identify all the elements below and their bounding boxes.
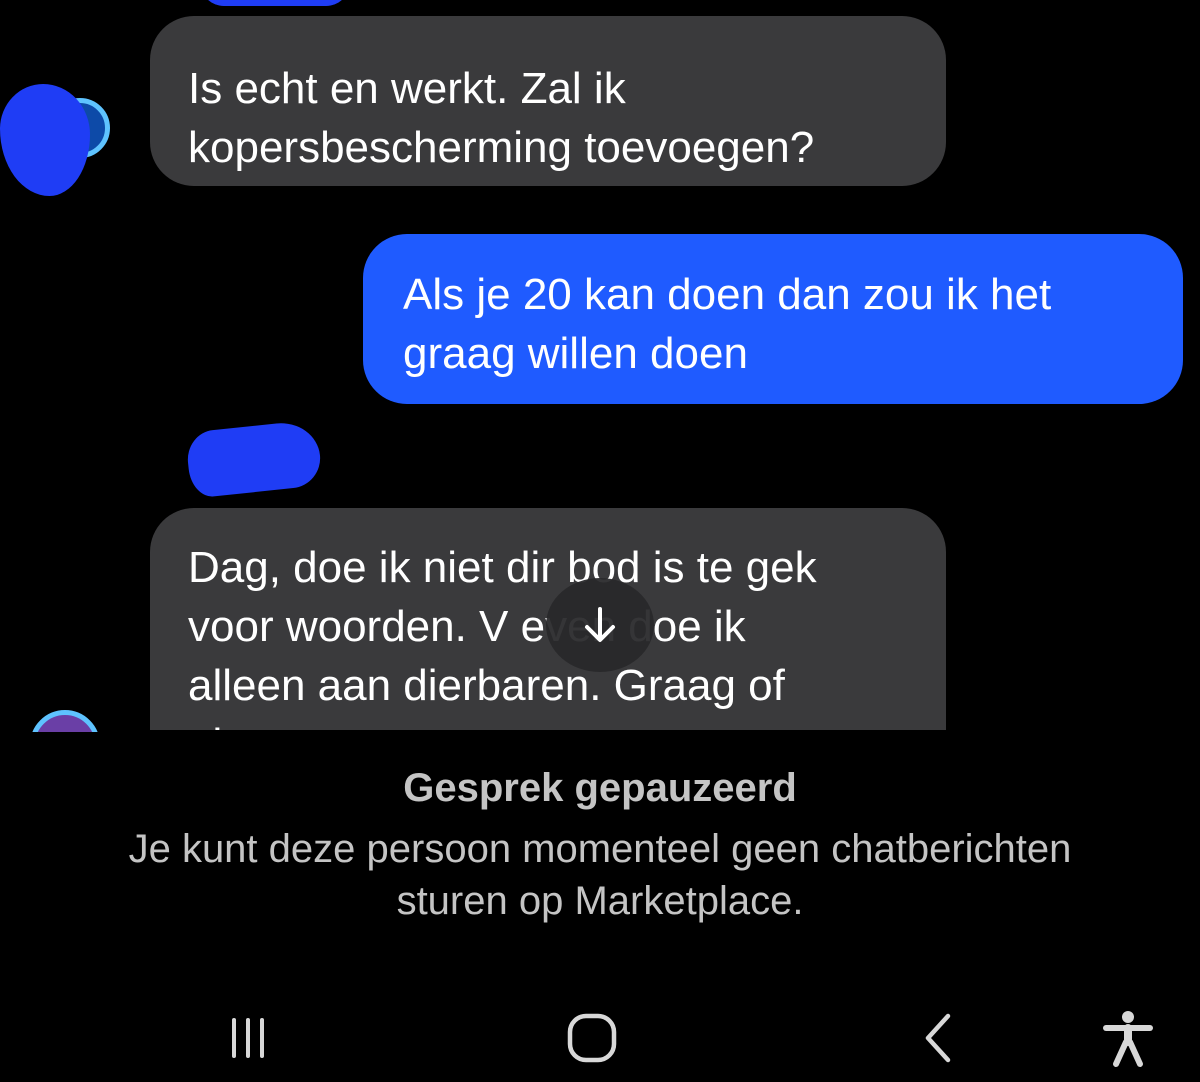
back-button[interactable]: [900, 996, 976, 1080]
paused-notice-title: Gesprek gepauzeerd: [403, 766, 797, 810]
accessibility-button[interactable]: [1088, 996, 1168, 1080]
paused-notice-text: Je kunt deze persoon momenteel geen chat…: [0, 823, 1200, 927]
message-text-line: niet: [188, 715, 946, 730]
redaction-mark-top: [200, 0, 350, 6]
redaction-mark-avatar: [0, 84, 90, 196]
message-bubble-outgoing[interactable]: Als je 20 kan doen dan zou ik het graag …: [363, 234, 1183, 404]
paused-notice-line: Je kunt deze persoon momenteel geen chat…: [128, 827, 1072, 871]
arrow-down-icon: [585, 607, 615, 642]
sender-avatar[interactable]: [0, 84, 115, 204]
recent-apps-icon: [232, 1018, 264, 1058]
message-text-line: Is echt en werkt. Zal ik: [188, 64, 626, 113]
message-text-line: alleen aan dierbaren. Graag of: [188, 661, 785, 710]
redaction-mark-name: [184, 419, 324, 499]
back-icon: [925, 1013, 951, 1063]
sender-avatar[interactable]: [26, 708, 106, 732]
paused-notice-line: sturen op Marketplace.: [396, 879, 804, 923]
scroll-down-button[interactable]: [546, 578, 654, 672]
message-bubble-incoming[interactable]: Is echt en werkt. Zal ik kopersbeschermi…: [150, 16, 946, 186]
accessibility-icon: [1103, 1011, 1153, 1067]
message-text-line: Als je 20 kan doen dan zou ik het: [403, 270, 1052, 319]
home-icon: [567, 1013, 617, 1063]
message-text-line: kopersbescherming toevoegen?: [188, 123, 815, 172]
message-text-line: graag willen doen: [403, 329, 748, 378]
avatar-ring: [30, 710, 100, 732]
recent-apps-button[interactable]: [208, 998, 288, 1078]
home-button[interactable]: [550, 996, 634, 1080]
